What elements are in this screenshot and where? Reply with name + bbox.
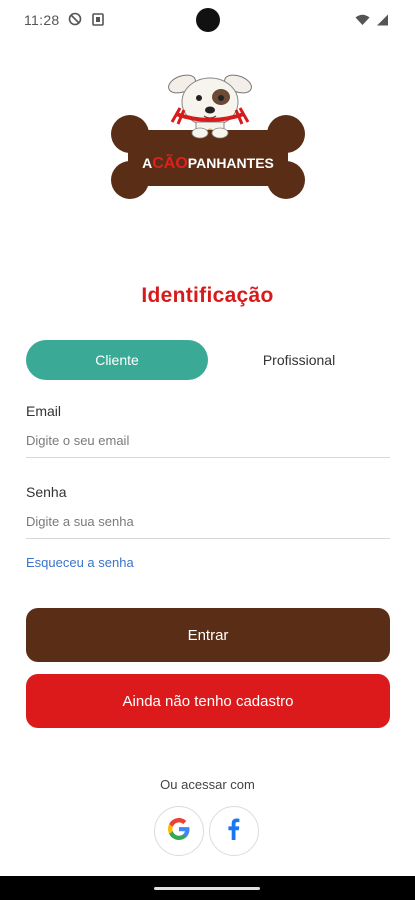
- tab-profissional[interactable]: Profissional: [208, 340, 390, 380]
- home-gesture-handle[interactable]: [154, 887, 260, 890]
- user-type-tabs: Cliente Profissional: [26, 340, 390, 380]
- password-field[interactable]: [26, 505, 390, 539]
- enter-button[interactable]: Entrar: [26, 608, 390, 662]
- logo-text: ACÃOPANHANTES: [142, 152, 274, 172]
- facebook-icon: [221, 816, 247, 847]
- status-time: 11:28: [24, 12, 60, 28]
- forgot-password-link[interactable]: Esqueceu a senha: [26, 555, 134, 570]
- register-button[interactable]: Ainda não tenho cadastro: [26, 674, 390, 728]
- system-nav-bar: [0, 876, 415, 900]
- status-bar: 11:28: [0, 0, 415, 42]
- signal-icon: [376, 13, 389, 31]
- tab-cliente[interactable]: Cliente: [26, 340, 208, 380]
- email-field[interactable]: [26, 424, 390, 458]
- alt-login-label: Ou acessar com: [160, 777, 255, 792]
- facebook-login-button[interactable]: [209, 806, 259, 856]
- password-label: Senha: [26, 484, 67, 500]
- camera-cutout: [196, 8, 220, 32]
- wifi-icon: [355, 13, 370, 31]
- app-logo: ACÃOPANHANTES: [110, 70, 306, 210]
- status-icons-left: [68, 12, 104, 31]
- page-title: Identificação: [141, 284, 274, 307]
- status-icons-right: [355, 13, 389, 31]
- google-login-button[interactable]: [154, 806, 204, 856]
- dnd-icon: [68, 12, 82, 31]
- email-label: Email: [26, 403, 62, 419]
- google-icon: [166, 816, 192, 847]
- storage-icon: [92, 12, 104, 31]
